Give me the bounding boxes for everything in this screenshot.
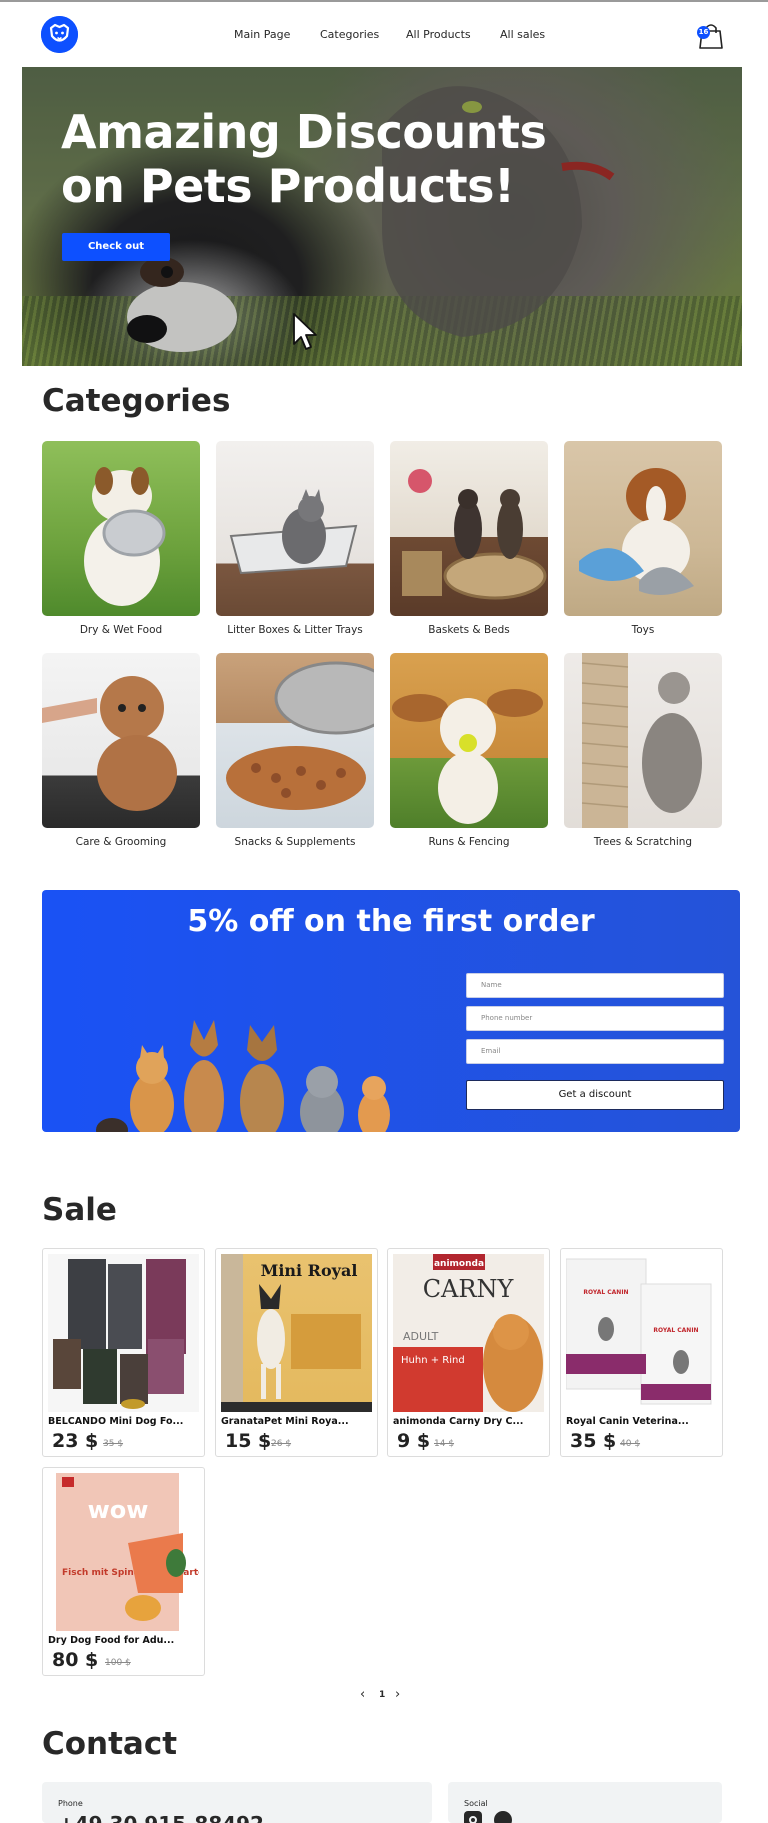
phone-input[interactable]: Phone number xyxy=(466,1006,724,1031)
svg-text:CARNY: CARNY xyxy=(423,1275,515,1303)
category-label: Care & Grooming xyxy=(75,836,167,848)
page-number[interactable]: 1 xyxy=(379,1690,385,1700)
phone-box: Phone +49 30 915-88492 xyxy=(42,1782,432,1823)
pets-group-image xyxy=(96,1020,390,1132)
product-image: Mini Royal xyxy=(221,1254,372,1412)
product-old-price: 14 $ xyxy=(434,1439,455,1449)
cart-button[interactable]: 16 xyxy=(697,22,724,50)
category-card[interactable]: Litter Boxes & Litter Trays xyxy=(216,441,374,636)
social-label: Social xyxy=(464,1799,488,1808)
product-name: animonda Carny Dry C... xyxy=(393,1416,524,1427)
product-card[interactable]: BELCANDO Mini Dog Fo... 23 $ 35 $ xyxy=(42,1248,205,1457)
category-card[interactable]: Dry & Wet Food xyxy=(42,441,200,636)
categories-title: Categories xyxy=(42,383,231,419)
product-card[interactable]: ROYAL CANIN ROYAL CANIN Royal Canin Vete… xyxy=(560,1248,723,1457)
svg-text:ROYAL CANIN: ROYAL CANIN xyxy=(653,1327,698,1334)
check-out-button[interactable]: Check out xyxy=(62,233,170,261)
category-label: Litter Boxes & Litter Trays xyxy=(227,624,363,636)
category-label: Runs & Fencing xyxy=(428,836,510,848)
product-price: 35 $ xyxy=(570,1430,617,1452)
product-name: Dry Dog Food for Adu... xyxy=(48,1635,175,1646)
nav-categories[interactable]: Categories xyxy=(320,28,379,41)
category-image xyxy=(564,653,722,828)
category-image xyxy=(42,653,200,828)
phone-value[interactable]: +49 30 915-88492 xyxy=(58,1812,264,1823)
mouse-cursor-icon xyxy=(293,313,317,350)
pagination: ‹ 1 › xyxy=(356,1687,406,1706)
name-input[interactable]: Name xyxy=(466,973,724,998)
product-old-price: 26 $ xyxy=(271,1439,292,1449)
hero-banner: Amazing Discounts on Pets Products! Chec… xyxy=(22,67,742,366)
product-image xyxy=(48,1254,199,1412)
product-card[interactable]: wow Fisch mit Spinat + Süßkartoffel Dry … xyxy=(42,1467,205,1676)
svg-text:Huhn + Rind: Huhn + Rind xyxy=(401,1355,465,1366)
site-header: Main Page Categories All Products All sa… xyxy=(0,2,768,66)
nav-all-sales[interactable]: All sales xyxy=(500,28,545,41)
hero-title: Amazing Discounts on Pets Products! xyxy=(61,105,547,213)
get-discount-button[interactable]: Get a discount xyxy=(466,1080,724,1110)
product-old-price: 40 $ xyxy=(620,1439,641,1449)
svg-text:ROYAL CANIN: ROYAL CANIN xyxy=(583,1289,628,1296)
instagram-icon[interactable] xyxy=(464,1811,482,1823)
product-name: GranataPet Mini Roya... xyxy=(221,1416,349,1427)
prev-page-icon[interactable]: ‹ xyxy=(360,1687,365,1702)
product-name: BELCANDO Mini Dog Fo... xyxy=(48,1416,184,1427)
product-image: animonda CARNY ADULT Huhn + Rind xyxy=(393,1254,544,1412)
logo-icon[interactable] xyxy=(41,16,78,53)
category-label: Trees & Scratching xyxy=(593,836,693,848)
product-old-price: 100 $ xyxy=(105,1658,131,1668)
nav-main-page[interactable]: Main Page xyxy=(234,28,290,41)
phone-label: Phone xyxy=(58,1799,83,1808)
discount-title: 5% off on the first order xyxy=(187,904,595,939)
svg-text:wow: wow xyxy=(88,1496,149,1524)
product-price: 15 $ xyxy=(225,1430,272,1452)
sale-title: Sale xyxy=(42,1192,117,1228)
category-card[interactable]: Baskets & Beds xyxy=(390,441,548,636)
product-price: 23 $ xyxy=(52,1430,99,1452)
category-label: Dry & Wet Food xyxy=(79,624,163,636)
product-name: Royal Canin Veterina... xyxy=(566,1416,689,1427)
product-price: 80 $ xyxy=(52,1649,99,1671)
product-card[interactable]: Mini Royal GranataPet Mini Roya... 15 $ … xyxy=(215,1248,378,1457)
category-image xyxy=(390,653,548,828)
product-price: 9 $ xyxy=(397,1430,431,1452)
category-image xyxy=(564,441,722,616)
cart-count-badge: 16 xyxy=(697,26,710,39)
contact-title: Contact xyxy=(42,1726,178,1762)
category-image xyxy=(216,653,374,828)
svg-text:Mini Royal: Mini Royal xyxy=(261,1261,358,1280)
product-old-price: 35 $ xyxy=(103,1439,124,1449)
category-card[interactable]: Snacks & Supplements xyxy=(216,653,374,848)
whatsapp-icon[interactable] xyxy=(494,1811,512,1823)
category-image xyxy=(216,441,374,616)
discount-banner: 5% off on the first order Name Phone num… xyxy=(42,890,740,1132)
category-card[interactable]: Care & Grooming xyxy=(42,653,200,848)
category-image xyxy=(42,441,200,616)
category-label: Toys xyxy=(631,624,655,636)
category-card[interactable]: Trees & Scratching xyxy=(564,653,722,848)
category-image xyxy=(390,441,548,616)
category-card[interactable]: Toys xyxy=(564,441,722,636)
nav-all-products[interactable]: All Products xyxy=(406,28,471,41)
svg-text:animonda: animonda xyxy=(434,1259,484,1269)
email-input[interactable]: Email xyxy=(466,1039,724,1064)
svg-text:ADULT: ADULT xyxy=(403,1330,439,1343)
category-card[interactable]: Runs & Fencing xyxy=(390,653,548,848)
product-image: ROYAL CANIN ROYAL CANIN xyxy=(566,1254,717,1412)
next-page-icon[interactable]: › xyxy=(395,1687,400,1702)
product-card[interactable]: animonda CARNY ADULT Huhn + Rind animond… xyxy=(387,1248,550,1457)
category-label: Snacks & Supplements xyxy=(234,836,356,848)
social-box: Social xyxy=(448,1782,722,1823)
product-image: wow Fisch mit Spinat + Süßkartoffel xyxy=(48,1473,199,1631)
category-label: Baskets & Beds xyxy=(428,624,510,636)
